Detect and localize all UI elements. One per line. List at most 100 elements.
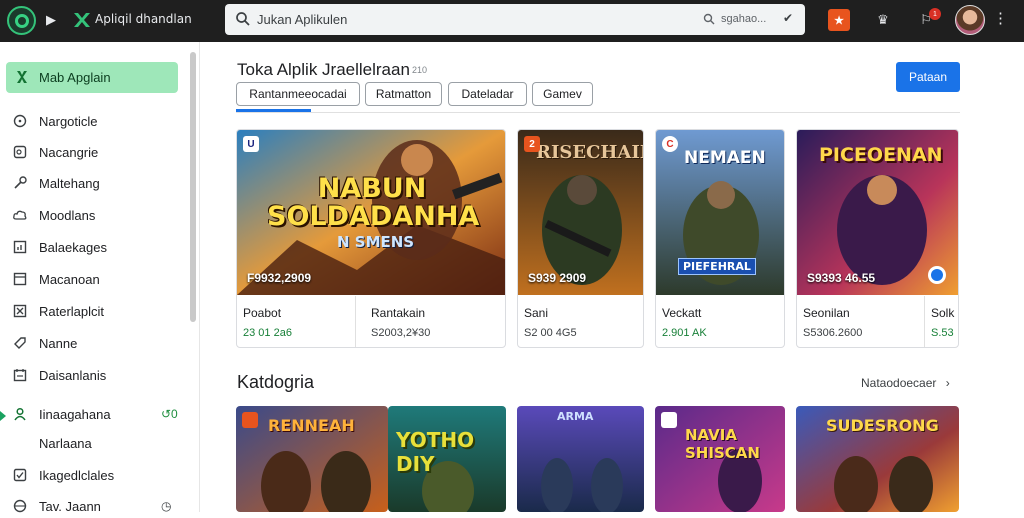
sidebar-item-label: Ikagedlclales [39, 468, 115, 483]
play-arrow-icon[interactable]: ▶ [46, 12, 56, 28]
brand-name: Apliqil dhandlan [95, 12, 192, 26]
sidebar-item-label: Balaekages [39, 240, 107, 255]
sidebar-item[interactable]: Maltehang [0, 171, 188, 195]
sidebar-item[interactable]: Daisanlanis [0, 363, 188, 387]
category-card[interactable]: YOTHO DIY [388, 406, 506, 512]
sidebar-item[interactable]: Macanoan [0, 267, 188, 291]
voice-search-icon[interactable]: ✔︎ [783, 11, 793, 25]
app-price: S5306.2600 [803, 327, 863, 339]
sidebar-item[interactable]: Ikagedlclales [0, 463, 188, 487]
sidebar-item[interactable]: Tav. Jaann ◷ [0, 494, 188, 518]
card-divider [355, 296, 356, 347]
app-name: Veckatt [662, 306, 702, 320]
search-hint: sgahao... [721, 13, 767, 25]
avatar[interactable] [955, 5, 985, 35]
sidebar-item-label: Raterlaplcit [39, 304, 105, 319]
sidebar-item[interactable]: Nanne [0, 331, 188, 355]
app-card[interactable]: NABUN SOLDADANHA N SMENS U F9932,2909 Po… [236, 129, 506, 348]
page-title: Toka Alplik Jraellelraan [237, 60, 410, 79]
search-icon[interactable] [703, 13, 715, 25]
app-price: S.53 [931, 327, 954, 339]
sidebar-item[interactable]: Nargoticle [0, 109, 188, 133]
box-icon [13, 304, 27, 318]
category-card[interactable]: RENNEAH [236, 406, 388, 512]
circle-icon [13, 114, 27, 128]
sidebar-item-label: Moodlans [39, 208, 96, 223]
brand-icon [74, 13, 90, 27]
app-name: Poabot [243, 306, 282, 320]
app-banner-image: PICEOENAN S9393 46.55 [797, 130, 958, 295]
sidebar-item[interactable]: Raterlaplcit [0, 299, 188, 323]
extensions-icon[interactable]: ♛ [872, 9, 894, 31]
sidebar-item[interactable]: Nacangrie [0, 140, 188, 164]
sidebar-item[interactable]: Moodlans [0, 203, 188, 227]
sidebar-item-label: Nargoticle [39, 114, 98, 129]
category-title: SUDESRONG [826, 416, 939, 435]
app-card[interactable]: PICEOENAN S9393 46.55 Seonilan S5306.260… [796, 129, 959, 348]
art-title: RISECHAIN [536, 142, 643, 163]
see-more-link[interactable]: Nataodoecaer › [861, 376, 950, 390]
primary-button[interactable]: Pataan [896, 62, 960, 92]
search-input[interactable] [257, 8, 677, 30]
app-banner-image: RISECHAIN 2 S939 2909 [518, 130, 643, 295]
checkbox-icon [13, 468, 27, 482]
app-badge: C [662, 136, 678, 152]
app-price: S2 00 4G5 [524, 327, 577, 339]
user-icon [14, 407, 26, 421]
sidebar-item-active[interactable]: Mab Apglain [6, 62, 178, 93]
sidebar-item-label: Iinaagahana [39, 407, 111, 422]
sidebar-item[interactable]: Iinaagahana ↺0 [0, 402, 188, 426]
chip-filter[interactable]: Dateladar [448, 82, 527, 106]
app-name: Solk [931, 306, 955, 320]
category-title: RENNEAH [268, 416, 355, 435]
chip-filter[interactable]: Rantanmeeocadai [236, 82, 360, 106]
sidebar-item[interactable]: Balaekages [0, 235, 188, 259]
gift-icon[interactable]: ★ [828, 9, 850, 31]
app-logo-icon[interactable] [7, 6, 36, 35]
top-bar: ▶ Apliqil dhandlan sgahao... ✔︎ ★ ♛ ⚐ 1 … [0, 0, 1024, 42]
sidebar-item-label: Macanoan [39, 272, 100, 287]
art-subtitle: N SMENS [337, 233, 415, 251]
category-title: NAVIA SHISCAN [685, 426, 760, 462]
category-title: YOTHO DIY [396, 428, 475, 476]
store-icon [17, 71, 27, 83]
sidebar-item-label: Maltehang [39, 176, 100, 191]
app-name: Rantakain [371, 306, 426, 320]
app-banner-image: NABUN SOLDADANHA N SMENS U F9932,2909 [237, 130, 505, 295]
app-name: Seonilan [803, 306, 850, 320]
search-icon [236, 12, 250, 26]
art-title: PICEOENAN [819, 144, 943, 166]
sidebar-item[interactable]: Narlaana [0, 431, 188, 455]
sidebar-item-label: Mab Apglain [39, 70, 111, 85]
ticket-icon [14, 337, 26, 349]
chip-filter[interactable]: Ratmatton [365, 82, 442, 106]
cloud-icon [13, 210, 27, 220]
app-card[interactable]: RISECHAIN 2 S939 2909 Sani S2 00 4G5 [517, 129, 644, 348]
art-title: NABUN SOLDADANHA [267, 173, 480, 232]
overlay-price: S939 2909 [528, 271, 587, 285]
app-name: Sani [524, 306, 549, 320]
main-content: Toka Alplik Jraellelraan 210 Pataan Rant… [220, 42, 1024, 512]
app-price: S2003,2¥30 [371, 327, 431, 339]
sidebar: Mab Apglain Nargoticle Nacangrie Malteha… [0, 42, 200, 514]
app-price: 23 01 2a6 [243, 327, 292, 339]
chip-filter[interactable]: Gamev [532, 82, 593, 106]
calendar-icon [13, 369, 27, 382]
sidebar-item-label: Nacangrie [39, 145, 99, 160]
notification-badge: 1 [929, 8, 941, 20]
more-vert-icon[interactable]: ⋮ [993, 11, 1008, 26]
category-card[interactable]: ARMA [517, 406, 644, 512]
app-card[interactable]: NEMAEN PIEFEHRAL C Veckatt 2.901 AK [655, 129, 785, 348]
art-title: NEMAEN [684, 148, 766, 168]
search-bar[interactable]: sgahao... ✔︎ [225, 4, 805, 35]
divider [236, 112, 960, 113]
expand-marker-icon [0, 411, 6, 421]
chevron-right-icon: › [945, 376, 950, 390]
art-subtitle: PIEFEHRAL [678, 258, 756, 275]
category-card[interactable]: NAVIA SHISCAN [655, 406, 785, 512]
category-card[interactable]: SUDESRONG [796, 406, 959, 512]
overlay-price: F9932,2909 [247, 271, 312, 285]
app-banner-image: NEMAEN PIEFEHRAL C [656, 130, 784, 295]
sidebar-scrollbar[interactable] [190, 52, 196, 322]
sidebar-item-label: Daisanlanis [39, 368, 107, 383]
